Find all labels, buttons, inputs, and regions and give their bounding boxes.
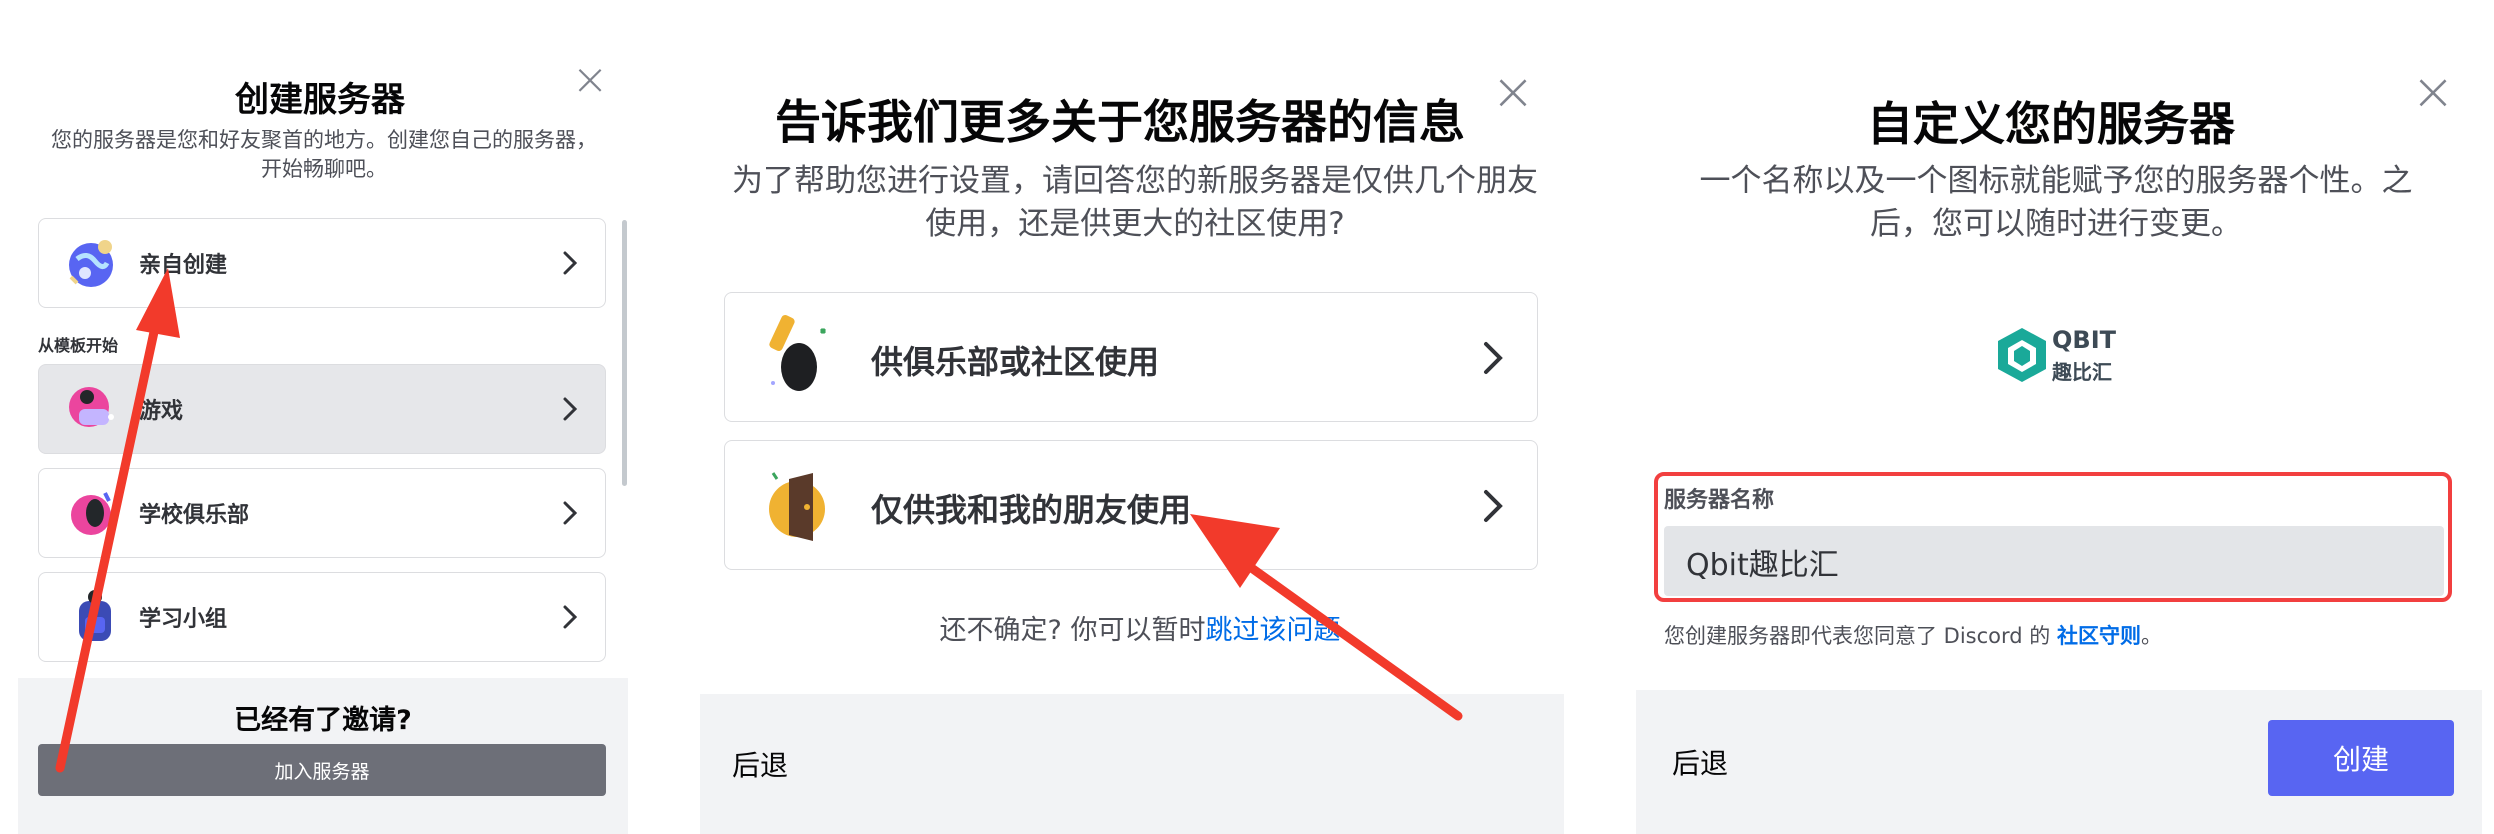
panel3-close-button[interactable]: ×	[2408, 66, 2458, 118]
red-arrow-annotation	[1190, 514, 1463, 721]
panel3-subtitle: 一个名称以及一个图标就能赋予您的服务器个性。之后，您可以随时进行变更。	[1699, 163, 2413, 243]
panel-create-server: 创建服务器 × 您的服务器是您和好友聚首的地方。创建您自己的服务器，开始畅聊吧。…	[0, 0, 640, 834]
logo-text-bottom: 趣比汇	[2052, 360, 2112, 384]
panel-server-purpose: 告诉我们更多关于您服务器的信息 × 为了帮助您进行设置，请回答您的新服务器是仅供…	[700, 0, 1580, 834]
community-guidelines-link[interactable]: 社区守则	[2057, 624, 2141, 648]
server-name-label: 服务器名称	[1664, 488, 1775, 513]
terms-prefix: 您创建服务器即代表您同意了 Discord 的	[1664, 624, 2057, 648]
panel-customize-server: 自定义您的服务器 × 一个名称以及一个图标就能赋予您的服务器个性。之后，您可以随…	[1636, 0, 2494, 834]
server-icon-upload[interactable]: QBIT 趣比汇	[1994, 318, 2130, 390]
panel3-back-button[interactable]: 后退	[1672, 742, 1728, 782]
panel3-footer: 后退 创建	[1636, 690, 2482, 834]
qbit-logo-icon	[1994, 326, 2050, 384]
terms-line: 您创建服务器即代表您同意了 Discord 的 社区守则。	[1664, 620, 2464, 650]
logo-text-top: QBIT	[2052, 326, 2116, 354]
create-server-button[interactable]: 创建	[2268, 720, 2454, 796]
terms-suffix: 。	[2140, 624, 2162, 648]
red-arrow-annotation	[55, 268, 180, 773]
server-name-input[interactable]: Qbit趣比汇	[1664, 526, 2444, 596]
panel3-title: 自定义您的服务器	[1867, 97, 2235, 151]
